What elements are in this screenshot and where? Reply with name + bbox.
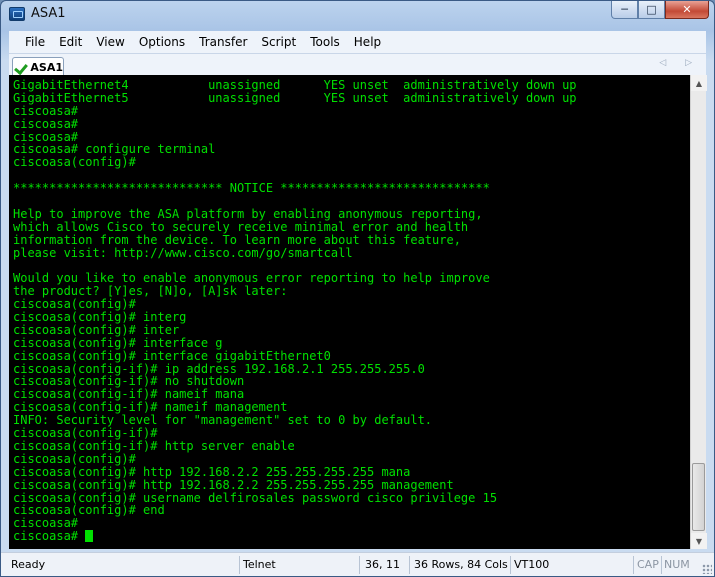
status-terminal-size: 36 Rows, 84 Cols <box>414 558 508 571</box>
terminal-line: GigabitEthernet4 unassigned YES unset ad… <box>13 78 577 92</box>
terminal-line: ciscoasa(config)# interface g <box>13 335 223 350</box>
menu-bar: File Edit View Options Transfer Script T… <box>9 31 706 53</box>
terminal-line: ciscoasa# <box>13 116 79 131</box>
status-num-lock: NUM <box>664 558 690 571</box>
terminal-line: ciscoasa# <box>13 516 79 531</box>
terminal-line: Help to improve the ASA platform by enab… <box>13 206 483 221</box>
terminal-line: ciscoasa(config)# end <box>13 503 165 518</box>
scroll-up-arrow-icon[interactable]: ▲ <box>691 75 707 91</box>
menu-help[interactable]: Help <box>347 31 388 53</box>
terminal-lines: GigabitEthernet4 unassigned YES unset ad… <box>13 79 690 530</box>
menu-edit[interactable]: Edit <box>52 31 89 53</box>
terminal-line: GigabitEthernet5 unassigned YES unset ad… <box>13 90 577 105</box>
window-controls: ─ □ ✕ <box>611 1 709 19</box>
menu-tools[interactable]: Tools <box>303 31 347 53</box>
status-separator <box>239 556 240 574</box>
terminal-line: ciscoasa(config)# interface gigabitEther… <box>13 348 331 363</box>
app-window: ASA1 ─ □ ✕ File Edit View Options Transf… <box>0 0 715 577</box>
tab-scroll-arrows-icon[interactable]: ◁ ▷ <box>659 58 700 68</box>
status-separator <box>510 556 511 574</box>
status-cursor-position: 36, 11 <box>365 558 400 571</box>
status-bar: Ready Telnet 36, 11 36 Rows, 84 Cols VT1… <box>1 552 714 576</box>
terminal-line: ciscoasa(config)# http 192.168.2.2 255.2… <box>13 464 411 479</box>
window-title: ASA1 <box>31 6 66 21</box>
terminal-line: ***************************** NOTICE ***… <box>13 181 490 196</box>
menu-script[interactable]: Script <box>254 31 303 53</box>
close-button[interactable]: ✕ <box>665 1 709 19</box>
terminal-line: ciscoasa(config)# <box>13 155 136 170</box>
terminal-line: which allows Cisco to securely receive m… <box>13 219 469 234</box>
title-bar[interactable]: ASA1 ─ □ ✕ <box>1 1 714 29</box>
session-tab-bar: ASA1 ◁ ▷ <box>9 53 706 76</box>
terminal-cursor <box>85 530 94 543</box>
terminal-output[interactable]: GigabitEthernet4 unassigned YES unset ad… <box>9 75 690 549</box>
resize-grip-icon[interactable] <box>702 564 712 574</box>
maximize-button[interactable]: □ <box>638 1 665 19</box>
status-emulation: VT100 <box>514 558 550 571</box>
terminal-line: ciscoasa(config)# inter <box>13 322 180 337</box>
terminal-line: ciscoasa# <box>13 103 79 118</box>
status-separator <box>409 556 410 574</box>
terminal-app-icon <box>9 7 25 21</box>
vertical-scrollbar[interactable]: ▲ ▼ <box>690 75 707 549</box>
session-tab-label: ASA1 <box>30 60 63 74</box>
status-ready: Ready <box>11 558 46 571</box>
menu-file[interactable]: File <box>9 31 52 53</box>
minimize-button[interactable]: ─ <box>611 1 638 19</box>
status-protocol: Telnet <box>243 558 276 571</box>
terminal-line: ciscoasa(config)# <box>13 451 136 466</box>
scrollbar-thumb[interactable] <box>692 463 705 531</box>
menu-transfer[interactable]: Transfer <box>192 31 254 53</box>
scroll-down-arrow-icon[interactable]: ▼ <box>691 533 707 549</box>
connected-check-icon <box>15 61 27 73</box>
terminal-prompt: ciscoasa# <box>13 529 86 544</box>
terminal-line: please visit: http://www.cisco.com/go/sm… <box>13 245 353 260</box>
status-caps-lock: CAP <box>637 558 659 571</box>
terminal-prompt-line: ciscoasa# <box>13 530 690 543</box>
menu-view[interactable]: View <box>89 31 131 53</box>
status-separator <box>359 556 360 574</box>
terminal-line: ciscoasa(config-if)# http server enable <box>13 438 295 453</box>
terminal-line: ciscoasa(config)# interg <box>13 310 187 325</box>
terminal-line: ciscoasa(config)# http 192.168.2.2 255.2… <box>13 477 454 492</box>
terminal-line: information from the device. To learn mo… <box>13 232 461 247</box>
menu-options[interactable]: Options <box>132 31 192 53</box>
session-tab[interactable]: ASA1 <box>12 57 64 76</box>
terminal-line: ciscoasa(config-if)# <box>13 426 158 441</box>
status-separator <box>633 556 634 574</box>
status-separator <box>661 556 662 574</box>
